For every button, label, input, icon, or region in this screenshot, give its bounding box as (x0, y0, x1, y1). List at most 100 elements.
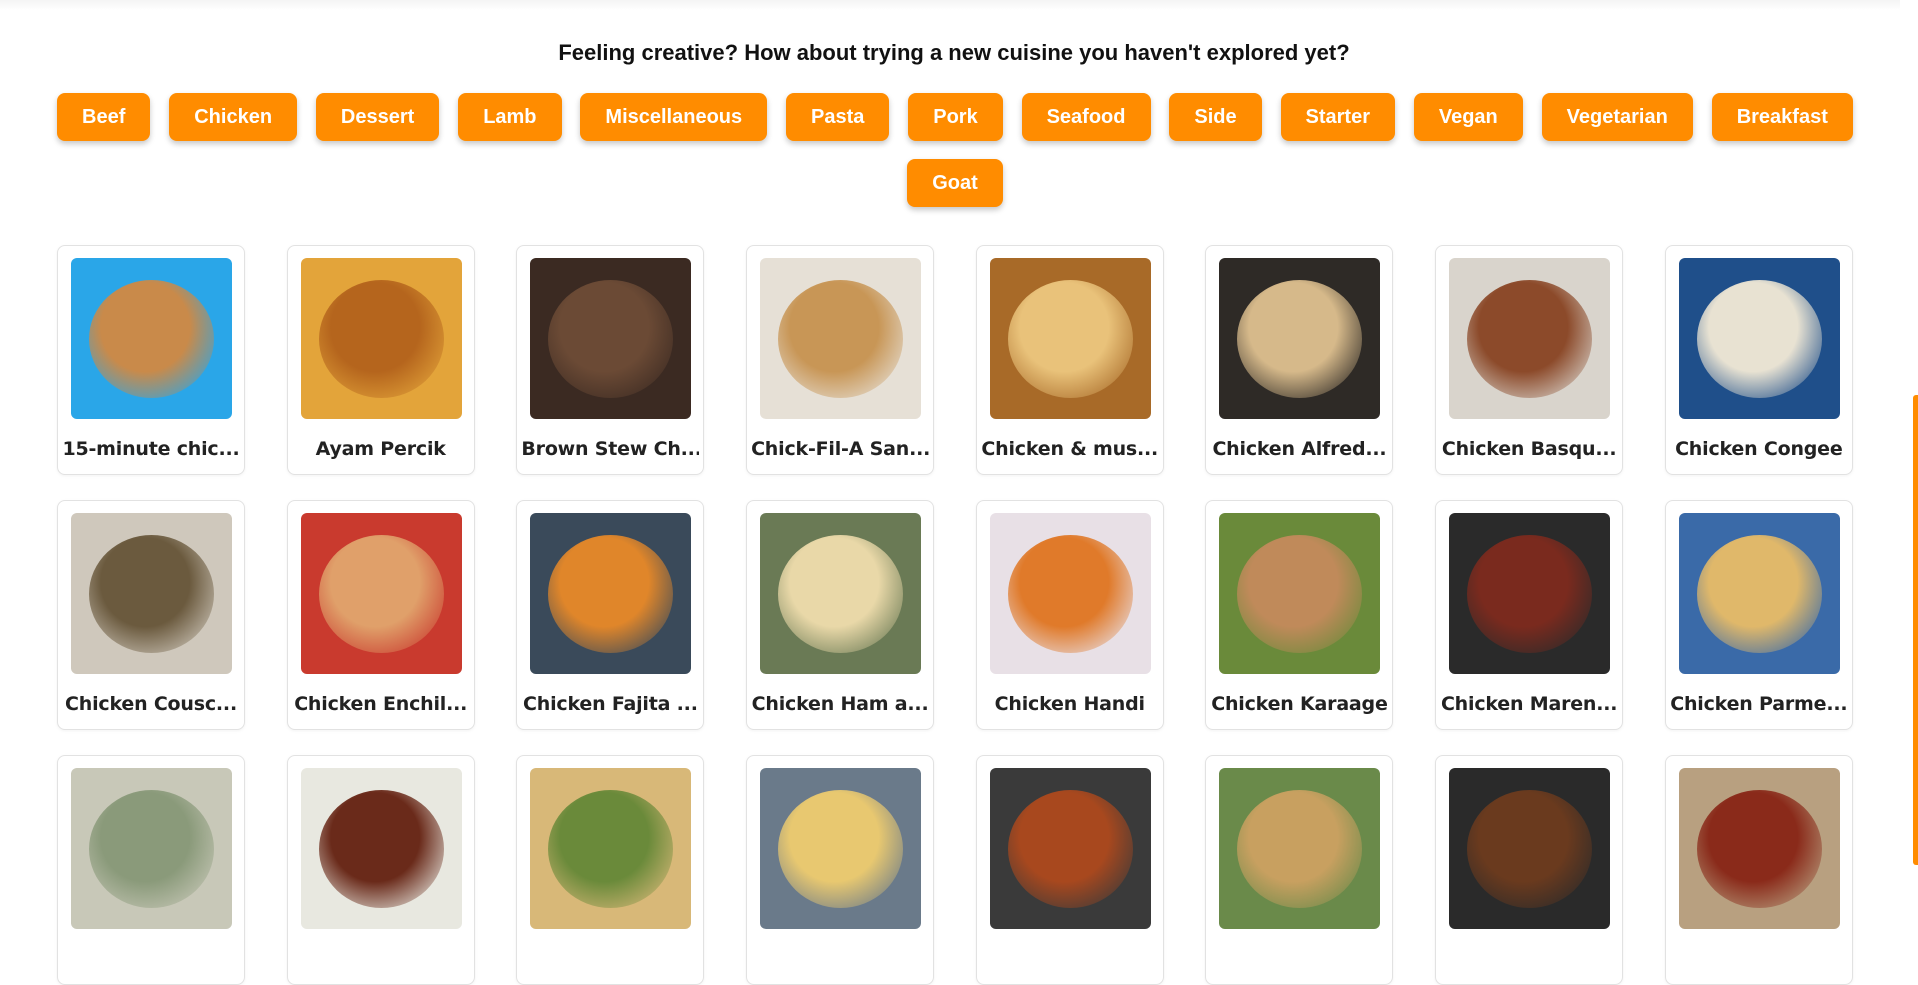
page-top-edge (0, 0, 1900, 10)
meal-image (1449, 768, 1611, 929)
meal-card[interactable] (1435, 755, 1624, 985)
scrollbar-track[interactable] (1904, 0, 1918, 865)
meal-image (530, 768, 692, 929)
meal-card[interactable]: Brown Stew Ch... (516, 245, 705, 475)
category-row-2: Goat (57, 159, 1853, 207)
meal-card[interactable]: Chicken Ham a... (746, 500, 935, 730)
category-button-starter[interactable]: Starter (1280, 93, 1395, 141)
meal-card[interactable] (1205, 755, 1394, 985)
meal-image (760, 513, 922, 674)
meal-card[interactable] (975, 755, 1164, 985)
meal-name: Chicken Handi (994, 693, 1145, 715)
meal-card[interactable] (746, 755, 935, 985)
food-illustration (1467, 790, 1593, 908)
category-button-pasta[interactable]: Pasta (786, 93, 890, 141)
food-illustration (1696, 535, 1822, 653)
meal-card[interactable]: Chicken Handi (975, 500, 1164, 730)
category-button-vegetarian[interactable]: Vegetarian (1541, 93, 1693, 141)
food-illustration (1237, 790, 1363, 908)
meal-card[interactable]: Chick-Fil-A San... (746, 245, 935, 475)
meal-name: Chicken Basqu... (1441, 438, 1617, 460)
food-illustration (89, 280, 214, 398)
meal-grid: 15-minute chic... Ayam Percik Brown Stew… (57, 245, 1853, 985)
meal-card[interactable]: Chicken & mus... (975, 245, 1164, 475)
food-illustration (548, 790, 674, 908)
food-illustration (1237, 535, 1363, 653)
meal-image (1449, 258, 1611, 419)
meal-card[interactable]: Chicken Cousc... (57, 500, 245, 730)
category-button-seafood[interactable]: Seafood (1021, 93, 1151, 141)
meal-name: Chicken Parme... (1670, 693, 1848, 715)
meal-card[interactable]: Chicken Alfred... (1205, 245, 1394, 475)
food-illustration (1007, 790, 1133, 908)
meal-image (530, 258, 692, 419)
meal-card[interactable]: Chicken Fajita ... (516, 500, 705, 730)
meal-image (1678, 768, 1840, 929)
meal-name: Chicken Alfred... (1212, 438, 1387, 460)
food-illustration (89, 535, 214, 653)
meal-image (989, 513, 1151, 674)
meal-card[interactable]: Chicken Karaage (1205, 500, 1394, 730)
food-illustration (89, 790, 214, 908)
meal-image (71, 258, 232, 419)
meal-card[interactable] (1664, 755, 1853, 985)
category-button-beef[interactable]: Beef (57, 93, 151, 141)
food-illustration (1696, 280, 1822, 398)
food-illustration (548, 280, 674, 398)
category-button-breakfast[interactable]: Breakfast (1711, 93, 1853, 141)
food-illustration (1007, 535, 1133, 653)
meal-card[interactable]: 15-minute chic... (57, 245, 245, 475)
meal-image (989, 768, 1151, 929)
category-button-chicken[interactable]: Chicken (169, 93, 298, 141)
meal-card[interactable] (516, 755, 705, 985)
meal-card[interactable]: Chicken Enchil... (286, 500, 475, 730)
meal-image (989, 258, 1151, 419)
meal-card[interactable]: Chicken Maren... (1435, 500, 1624, 730)
meal-card[interactable]: Ayam Percik (286, 245, 475, 475)
food-illustration (318, 280, 444, 398)
meal-card[interactable]: Chicken Parme... (1664, 500, 1853, 730)
meal-name: Chicken Congee (1675, 438, 1843, 460)
food-illustration (778, 280, 904, 398)
category-button-vegan[interactable]: Vegan (1413, 93, 1523, 141)
meal-image (300, 513, 462, 674)
meal-name: Chicken Maren... (1440, 693, 1618, 715)
meal-image (1678, 513, 1840, 674)
meal-card[interactable] (57, 755, 245, 985)
food-illustration (1467, 280, 1593, 398)
category-row-1: Beef Chicken Dessert Lamb Miscellaneous … (57, 93, 1853, 141)
food-illustration (778, 790, 904, 908)
meal-name: Chicken Enchil... (294, 693, 468, 715)
meal-image (300, 258, 462, 419)
category-button-goat[interactable]: Goat (907, 159, 1003, 207)
meal-image (300, 768, 462, 929)
meal-image (760, 258, 922, 419)
category-button-dessert[interactable]: Dessert (315, 93, 440, 141)
scrollbar-thumb[interactable] (1913, 395, 1918, 865)
meal-name: Chicken Fajita ... (523, 693, 698, 715)
category-button-miscellaneous[interactable]: Miscellaneous (580, 93, 768, 141)
meal-image (71, 513, 232, 674)
meal-name: Chicken Karaage (1211, 693, 1388, 715)
meal-image (1449, 513, 1611, 674)
food-illustration (1237, 280, 1363, 398)
meal-card[interactable]: Chicken Congee (1664, 245, 1853, 475)
meal-name: Chick-Fil-A San... (751, 438, 930, 460)
meal-name: Chicken Cousc... (65, 693, 237, 715)
meal-card[interactable]: Chicken Basqu... (1435, 245, 1624, 475)
meal-name: Chicken Ham a... (751, 693, 929, 715)
food-illustration (1467, 535, 1593, 653)
food-illustration (1007, 280, 1133, 398)
meal-image (530, 513, 692, 674)
category-button-side[interactable]: Side (1169, 93, 1262, 141)
meal-name: 15-minute chic... (62, 438, 240, 460)
category-button-lamb[interactable]: Lamb (458, 93, 562, 141)
meal-image (760, 768, 922, 929)
category-button-pork[interactable]: Pork (908, 93, 1003, 141)
meal-card[interactable] (286, 755, 475, 985)
meal-image (71, 768, 232, 929)
meal-image (1678, 258, 1840, 419)
page-heading: Feeling creative? How about trying a new… (558, 40, 1350, 65)
meal-name: Ayam Percik (315, 438, 446, 460)
meal-image (1219, 258, 1381, 419)
